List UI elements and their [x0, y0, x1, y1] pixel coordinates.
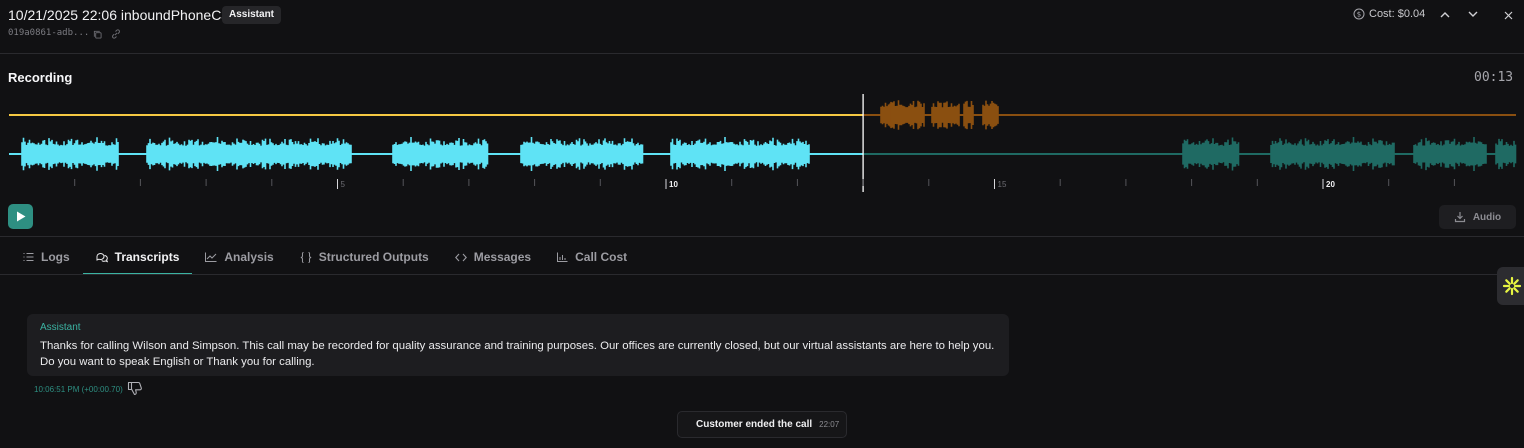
previous-call-button[interactable] — [1436, 5, 1454, 23]
call-ended-label: Customer ended the call — [696, 419, 813, 430]
tab-label: Structured Outputs — [318, 250, 429, 264]
play-icon — [16, 211, 25, 222]
user-waveform-segment — [982, 100, 999, 130]
line-chart-icon — [205, 252, 217, 262]
download-audio-button[interactable]: Audio — [1439, 205, 1516, 229]
tab-call-cost[interactable]: Call Cost — [544, 239, 640, 275]
bar-chart-icon — [557, 252, 568, 262]
chevron-down-icon — [1468, 11, 1478, 17]
next-call-button[interactable] — [1464, 5, 1482, 23]
call-ended-time: 22:07 — [819, 420, 840, 429]
tab-label: Messages — [473, 250, 532, 264]
link-icon[interactable] — [111, 28, 121, 42]
assistant-waveform-segment — [520, 137, 644, 171]
user-waveform-segment — [963, 100, 974, 130]
dollar-circle-icon: $ — [1353, 8, 1365, 23]
divider — [0, 236, 1524, 237]
tab-messages[interactable]: Messages — [442, 239, 544, 275]
timeline-label: 15 — [998, 180, 1007, 189]
assistant-waveform-segment — [670, 137, 810, 171]
waveform[interactable]: 5 10 15 20 — [0, 88, 1524, 194]
list-icon — [23, 253, 34, 261]
code-icon — [454, 253, 467, 261]
assistant-waveform-segment — [146, 137, 352, 171]
call-id: 019a0861-adb... — [8, 28, 90, 38]
tab-label: Analysis — [224, 250, 274, 264]
assistant-widget-button[interactable] — [1497, 267, 1524, 305]
chat-bubbles-icon — [96, 252, 108, 262]
svg-text:$: $ — [1357, 11, 1361, 19]
user-waveform-segment — [890, 100, 925, 130]
timeline-label: 10 — [669, 180, 678, 189]
timeline-label: 20 — [1326, 180, 1335, 189]
assistant-waveform-segment — [392, 137, 489, 171]
timeline-label: 5 — [341, 180, 346, 189]
tab-label: Call Cost — [575, 250, 628, 264]
copy-icon[interactable] — [93, 28, 102, 42]
tab-bar: Logs Transcripts Analysis Structured Out… — [10, 239, 640, 275]
message-timestamp: 10:06:51 PM (+00:00.70) — [34, 385, 123, 394]
tab-label: Transcripts — [114, 250, 180, 264]
tab-logs[interactable]: Logs — [10, 239, 83, 275]
assistant-waveform-segment — [21, 137, 119, 171]
chevron-up-icon — [1440, 11, 1450, 17]
assistant-waveform-segment — [1182, 137, 1240, 171]
call-title: 10/21/2025 22:06 inboundPhoneCall — [8, 7, 236, 23]
close-icon — [1504, 11, 1512, 19]
user-waveform-segment — [931, 101, 960, 129]
message-text: Thanks for calling Wilson and Simpson. T… — [40, 340, 995, 368]
tab-label: Logs — [41, 250, 70, 264]
assistant-waveform-segment — [1495, 138, 1517, 170]
message-role: Assistant — [40, 322, 81, 333]
play-button[interactable] — [8, 204, 33, 229]
tab-analysis[interactable]: Analysis — [192, 239, 286, 275]
close-button[interactable] — [1499, 6, 1517, 24]
assistant-waveform-segment — [1270, 137, 1395, 171]
sparkle-icon — [1502, 276, 1522, 296]
transcript-message: Assistant Thanks for calling Wilson and … — [27, 314, 1009, 376]
assistant-waveform-segment — [1413, 137, 1487, 171]
audio-button-label: Audio — [1472, 211, 1502, 223]
tab-structured-outputs[interactable]: Structured Outputs — [287, 239, 442, 275]
call-ended-notice: Customer ended the call 22:07 — [677, 411, 847, 438]
thumbs-down-icon[interactable] — [127, 381, 143, 399]
divider — [0, 274, 1524, 275]
divider — [0, 53, 1524, 54]
tab-transcripts[interactable]: Transcripts — [82, 239, 193, 275]
recording-title: Recording — [8, 70, 73, 85]
user-waveform-segment — [880, 102, 891, 128]
download-icon — [1454, 212, 1465, 223]
braces-icon — [300, 251, 311, 263]
recording-time: 00:13 — [1474, 70, 1514, 85]
call-cost: Cost: $0.04 — [1369, 8, 1426, 20]
role-badge: Assistant — [222, 6, 282, 24]
